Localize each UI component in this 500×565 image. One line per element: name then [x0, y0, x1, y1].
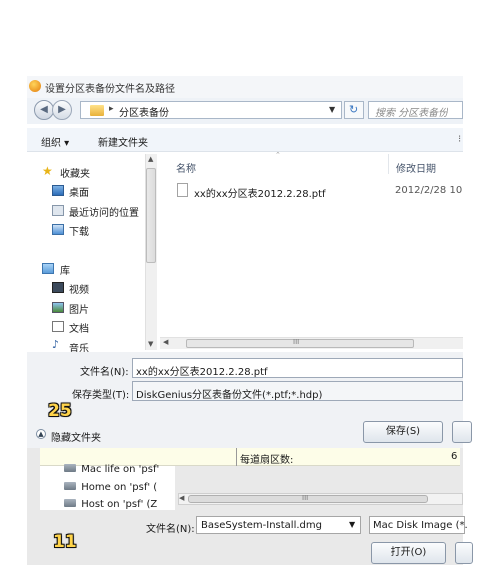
- column-separator[interactable]: [388, 154, 389, 174]
- mac-item-label: Host on 'psf' (Z: [81, 499, 158, 510]
- filename-label: 文件名(N):: [80, 367, 129, 378]
- scroll-grip-icon: III: [302, 494, 309, 502]
- scroll-left-icon[interactable]: ◀: [179, 494, 184, 502]
- mac-filename-input[interactable]: BaseSystem-Install.dmg ▼: [196, 516, 361, 534]
- toolbar: [27, 128, 463, 152]
- arrow-left-icon: ◀: [40, 104, 48, 115]
- nav-libraries[interactable]: 库: [60, 262, 70, 277]
- mac-filetype-value: Mac Disk Image (*.: [373, 520, 468, 531]
- refresh-icon: ↻: [349, 103, 359, 116]
- file-name: xx的xx分区表2012.2.28.ptf: [194, 189, 326, 200]
- search-placeholder: 搜索 分区表备份: [375, 108, 449, 119]
- network-drive-icon: [64, 464, 76, 472]
- chevron-up-icon[interactable]: ▲: [36, 429, 46, 439]
- downloads-icon: [52, 224, 64, 235]
- mac-item[interactable]: Host on 'psf' (Z: [64, 499, 157, 510]
- dropdown-arrow-icon[interactable]: ▼: [329, 105, 335, 114]
- recent-places-icon: [52, 205, 64, 216]
- breadcrumb[interactable]: 分区表备份: [119, 104, 169, 119]
- mac-item[interactable]: Home on 'psf' (: [64, 482, 157, 493]
- address-bar[interactable]: ▸ 分区表备份 ▼: [80, 101, 342, 119]
- cancel-button[interactable]: [452, 421, 472, 443]
- videos-icon: [52, 282, 64, 293]
- nav-videos[interactable]: 视频: [69, 281, 89, 296]
- pictures-icon: [52, 302, 64, 313]
- app-icon: [29, 80, 41, 92]
- filetype-value: DiskGenius分区表备份文件(*.ptf;*.hdp): [136, 390, 323, 401]
- dropdown-arrow-icon[interactable]: ▼: [349, 520, 355, 529]
- mac-filename-value: BaseSystem-Install.dmg: [201, 520, 322, 531]
- column-header-date[interactable]: 修改日期: [396, 160, 436, 175]
- nav-downloads[interactable]: 下载: [69, 223, 89, 238]
- sort-indicator-icon: ⌃: [275, 151, 281, 159]
- music-icon: ♪: [52, 338, 60, 351]
- documents-icon: [52, 321, 64, 332]
- sectors-value: 6: [451, 451, 458, 462]
- nav-recent[interactable]: 最近访问的位置: [69, 204, 139, 219]
- step-badge: 25: [48, 401, 72, 421]
- back-button[interactable]: ◀: [34, 100, 54, 120]
- column-header-name[interactable]: 名称: [176, 160, 196, 175]
- desktop-icon: [52, 185, 64, 196]
- mac-filetype-select[interactable]: Mac Disk Image (*.: [369, 516, 468, 534]
- organize-button[interactable]: 组织 ▾: [41, 134, 69, 149]
- file-list-hscroll-thumb[interactable]: III: [186, 338, 414, 348]
- file-row[interactable]: xx的xx分区表2012.2.28.ptf 2012/2/28 10:: [176, 180, 463, 200]
- open-button[interactable]: 打开(O): [371, 542, 446, 564]
- filename-input[interactable]: xx的xx分区表2012.2.28.ptf: [132, 358, 463, 378]
- filetype-label: 保存类型(T):: [72, 390, 130, 401]
- forward-button[interactable]: ▶: [52, 100, 72, 120]
- mac-item-label: Home on 'psf' (: [81, 482, 158, 493]
- chevron-right-icon: ▸: [109, 104, 114, 114]
- mac-hscroll-thumb[interactable]: III: [188, 494, 428, 503]
- folder-icon: [90, 105, 104, 116]
- nav-scroll-thumb[interactable]: [146, 168, 156, 263]
- scroll-down-icon[interactable]: ▼: [148, 340, 153, 348]
- filetype-select[interactable]: DiskGenius分区表备份文件(*.ptf;*.hdp): [132, 381, 463, 401]
- refresh-button[interactable]: ↻: [344, 101, 364, 119]
- scroll-grip-icon: III: [293, 338, 300, 346]
- mac-cancel-button[interactable]: [455, 542, 473, 564]
- scroll-left-icon[interactable]: ◀: [163, 338, 168, 346]
- mac-item-label: Mac life on 'psf': [81, 464, 160, 475]
- star-icon: ★: [42, 164, 53, 178]
- new-folder-button[interactable]: 新建文件夹: [98, 134, 148, 149]
- nav-favorites[interactable]: 收藏夹: [60, 165, 90, 180]
- network-drive-icon: [64, 482, 76, 490]
- save-button[interactable]: 保存(S): [363, 421, 443, 443]
- hide-folders-toggle[interactable]: 隐藏文件夹: [51, 429, 101, 444]
- divider: [236, 448, 237, 466]
- nav-documents[interactable]: 文档: [69, 320, 89, 335]
- sectors-label: 每道扇区数:: [240, 455, 294, 466]
- search-input[interactable]: 搜索 分区表备份: [368, 101, 463, 119]
- step-badge: 11: [53, 532, 77, 552]
- filename-value: xx的xx分区表2012.2.28.ptf: [136, 367, 268, 378]
- dialog-title: 设置分区表备份文件名及路径: [45, 84, 175, 95]
- scroll-up-icon[interactable]: ▲: [148, 155, 153, 163]
- toolbar-overflow-icon[interactable]: ⁝: [458, 134, 461, 145]
- library-icon: [42, 263, 54, 274]
- mac-filename-label: 文件名(N):: [146, 524, 195, 535]
- file-icon: [177, 183, 188, 197]
- arrow-right-icon: ▶: [58, 104, 66, 115]
- network-drive-icon: [64, 499, 76, 507]
- file-date: 2012/2/28 10:: [395, 185, 463, 196]
- nav-pictures[interactable]: 图片: [69, 301, 89, 316]
- mac-item[interactable]: Mac life on 'psf': [64, 464, 159, 475]
- nav-desktop[interactable]: 桌面: [69, 184, 89, 199]
